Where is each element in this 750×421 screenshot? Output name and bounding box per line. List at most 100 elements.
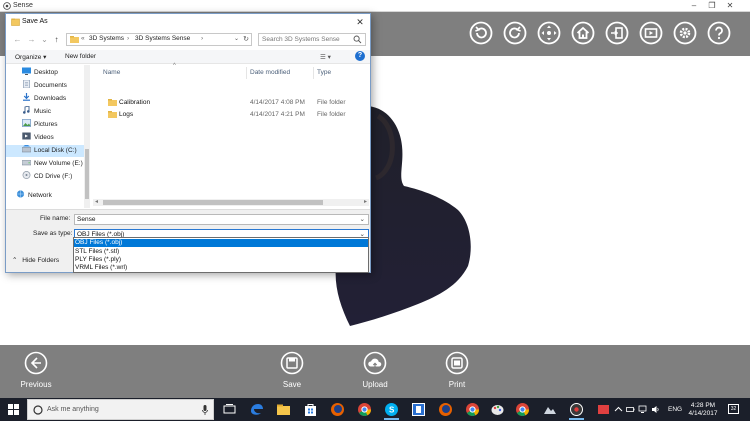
nav-item-local-disk[interactable]: Local Disk (C:) xyxy=(6,145,84,157)
nav-item-cd-drive[interactable]: CD Drive (F:) xyxy=(22,171,88,183)
save-button[interactable]: Save xyxy=(275,351,309,389)
sense-icon xyxy=(570,403,583,416)
scrollbar-thumb[interactable] xyxy=(85,149,89,199)
chrome-button-2[interactable] xyxy=(465,402,480,417)
show-hidden-icons-icon[interactable] xyxy=(614,405,623,414)
search-input[interactable]: Search 3D Systems Sense xyxy=(258,33,366,46)
windows-start-icon[interactable] xyxy=(8,404,19,415)
scrollbar-thumb[interactable] xyxy=(103,200,323,205)
recent-locations-button[interactable]: ⌄ xyxy=(39,34,50,45)
type-option-obj[interactable]: OBJ Files (*.obj) xyxy=(74,239,368,247)
breadcrumb-3d-systems-sense[interactable]: 3D Systems Sense xyxy=(135,35,190,42)
breadcrumb-3d-systems[interactable]: 3D Systems xyxy=(89,35,124,42)
column-header-date[interactable]: Date modified xyxy=(250,69,290,76)
firefox-button-2[interactable] xyxy=(438,402,453,417)
column-divider[interactable] xyxy=(313,67,314,79)
dialog-help-icon[interactable]: ? xyxy=(355,51,365,61)
nav-item-new-volume[interactable]: New Volume (E:) xyxy=(22,158,88,170)
battery-icon[interactable] xyxy=(626,405,635,414)
forward-button[interactable]: → xyxy=(26,34,37,45)
breadcrumb-separator: › xyxy=(127,35,130,42)
action-center-icon[interactable]: 32 xyxy=(728,404,739,414)
photos-button[interactable] xyxy=(542,402,557,417)
print-button[interactable]: Print xyxy=(441,351,473,389)
music-icon xyxy=(23,106,30,114)
file-row-logs[interactable]: Logs 4/14/2017 4:21 PM File folder xyxy=(91,109,370,121)
task-view-button[interactable] xyxy=(222,402,237,417)
move-button[interactable] xyxy=(537,21,561,45)
file-explorer-button[interactable] xyxy=(276,402,291,417)
scroll-right-icon[interactable]: ▸ xyxy=(364,198,367,205)
nav-item-label: Videos xyxy=(34,134,54,141)
chevron-down-icon[interactable]: ⌄ xyxy=(360,215,365,223)
scroll-left-icon[interactable]: ◂ xyxy=(95,198,98,205)
undo-button[interactable] xyxy=(469,21,493,45)
sense-app-button[interactable] xyxy=(569,402,584,420)
view-options-icon[interactable]: ☰ ▾ xyxy=(320,53,331,61)
type-option-stl[interactable]: STL Files (*.stl) xyxy=(74,248,368,256)
network-status-icon[interactable] xyxy=(638,405,647,414)
skype-button[interactable]: S xyxy=(384,402,399,420)
app-titlebar: Sense – ❐ ✕ xyxy=(0,0,750,12)
close-app-button[interactable]: ✕ xyxy=(722,0,738,11)
refresh-icon[interactable]: ↻ xyxy=(243,35,249,43)
nav-item-downloads[interactable]: Downloads xyxy=(22,93,88,105)
file-type: File folder xyxy=(317,111,346,118)
home-button[interactable] xyxy=(571,21,595,45)
up-button[interactable]: ↑ xyxy=(51,34,62,45)
hide-folders-button[interactable]: ⌃ Hide Folders xyxy=(12,256,59,264)
microphone-icon[interactable] xyxy=(202,405,208,415)
app-button[interactable] xyxy=(411,402,426,417)
edge-button[interactable] xyxy=(249,402,264,417)
clock[interactable]: 4:28 PM 4/14/2017 xyxy=(685,402,721,418)
settings-button[interactable] xyxy=(673,21,697,45)
store-button[interactable] xyxy=(303,402,318,417)
clock-time: 4:28 PM xyxy=(690,402,716,409)
column-header-name[interactable]: Name xyxy=(103,69,120,76)
minimize-button[interactable]: – xyxy=(686,0,702,11)
file-list-h-scrollbar[interactable]: ◂ ▸ xyxy=(93,199,369,206)
redo-button[interactable] xyxy=(503,21,527,45)
restore-button[interactable]: ❐ xyxy=(704,0,720,11)
dialog-close-button[interactable]: ✕ xyxy=(354,16,366,28)
nav-item-desktop[interactable]: Desktop xyxy=(22,67,88,79)
type-option-ply[interactable]: PLY Files (*.ply) xyxy=(74,256,368,264)
nav-item-documents[interactable]: Documents xyxy=(22,80,88,92)
address-bar[interactable]: « 3D Systems › 3D Systems Sense › ⌄ ↻ xyxy=(66,33,252,46)
taskbar-search-input[interactable]: Ask me anything xyxy=(27,399,214,420)
filename-input[interactable]: Sense ⌄ xyxy=(74,214,369,225)
help-button[interactable] xyxy=(707,21,731,45)
type-option-vrml[interactable]: VRML Files (*.wrl) xyxy=(74,264,368,272)
chevron-up-icon: ⌃ xyxy=(12,257,18,264)
column-header-type[interactable]: Type xyxy=(317,69,331,76)
firefox-button[interactable] xyxy=(330,402,345,417)
new-folder-button[interactable]: New folder xyxy=(65,53,96,60)
nav-item-network[interactable]: Network xyxy=(16,190,82,202)
chrome-icon xyxy=(466,403,480,417)
nav-item-music[interactable]: Music xyxy=(22,106,88,118)
play-video-icon xyxy=(639,21,663,45)
file-list: ^ Name Date modified Type Calibration 4/… xyxy=(91,63,370,208)
video-button[interactable] xyxy=(639,21,663,45)
photos-icon xyxy=(544,407,556,414)
language-indicator[interactable]: ENG xyxy=(668,406,682,413)
upload-button[interactable]: Upload xyxy=(356,351,394,389)
app-button-2[interactable] xyxy=(596,402,611,417)
chrome-button-3[interactable] xyxy=(515,402,530,417)
volume-icon[interactable] xyxy=(651,405,660,414)
column-divider[interactable] xyxy=(246,67,247,79)
file-row-calibration[interactable]: Calibration 4/14/2017 4:08 PM File folde… xyxy=(91,97,370,109)
chrome-button[interactable] xyxy=(357,402,372,417)
organize-menu[interactable]: Organize ▾ xyxy=(15,53,46,61)
previous-button[interactable]: Previous xyxy=(14,351,58,389)
address-dropdown-button[interactable]: ⌄ xyxy=(234,35,239,42)
nav-item-label: Network xyxy=(28,192,52,199)
help-icon xyxy=(707,21,731,45)
nav-pane-scrollbar[interactable] xyxy=(84,65,90,208)
back-button[interactable]: ← xyxy=(12,34,23,45)
paint-button[interactable] xyxy=(490,402,505,417)
nav-item-videos[interactable]: Videos xyxy=(22,132,88,144)
nav-item-pictures[interactable]: Pictures xyxy=(22,119,88,131)
exit-button[interactable] xyxy=(605,21,629,45)
undo-icon xyxy=(469,21,493,45)
